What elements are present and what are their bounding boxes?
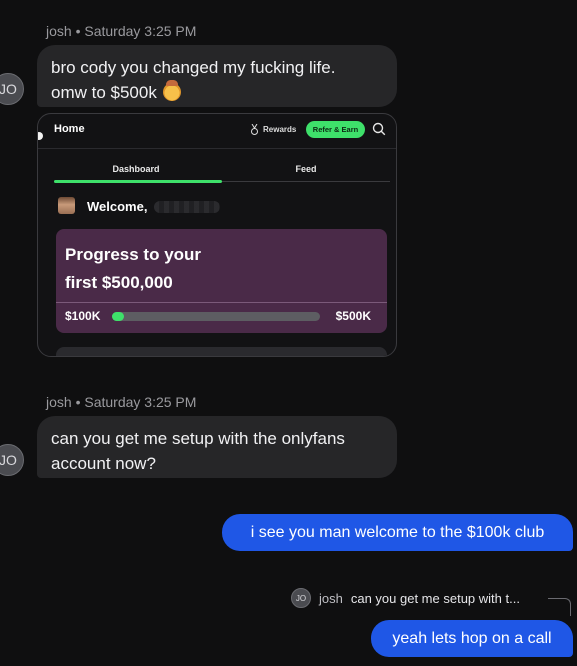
screenshot-rewards-label: Rewards — [263, 125, 297, 134]
tab-divider — [222, 181, 390, 182]
progress-card: Progress to your first $500,000 $100K $5… — [56, 229, 387, 333]
progress-card-title: Progress to your first $500,000 — [65, 245, 202, 292]
reply-connector — [548, 598, 571, 616]
progress-bar-fill — [112, 312, 125, 321]
message-line: can you get me setup with the onlyfans — [51, 429, 345, 448]
header-divider — [38, 148, 396, 149]
incoming-message[interactable]: can you get me setup with the onlyfans a… — [37, 416, 397, 478]
outgoing-message[interactable]: i see you man welcome to the $100k club — [222, 514, 573, 551]
reply-sender-name: josh — [319, 590, 343, 606]
message-time: Saturday 3:25 PM — [84, 23, 197, 39]
sender-name: josh — [46, 394, 72, 410]
screenshot-home-label: Home — [54, 123, 85, 135]
active-tab-indicator — [54, 180, 222, 183]
reply-preview-text: can you get me setup with t... — [350, 590, 520, 606]
cowboy-face-emoji-icon — [162, 80, 181, 101]
progress-bar — [112, 312, 320, 321]
screenshot-header: Home Rewards Refer & Earn — [38, 114, 396, 148]
message-meta: josh • Saturday 3:25 PM — [46, 394, 196, 410]
screenshot-refer-button: Refer & Earn — [306, 121, 365, 138]
message-line-2: account now? — [51, 454, 156, 473]
avatar[interactable]: JO — [0, 73, 24, 105]
screenshot-tab-feed: Feed — [295, 164, 317, 174]
incoming-message[interactable]: bro cody you changed my fucking life. om… — [37, 45, 397, 107]
search-icon — [372, 122, 386, 136]
next-card-peek — [56, 347, 387, 356]
profile-photo — [58, 197, 75, 214]
sender-name: josh — [46, 23, 72, 39]
redacted-name — [154, 201, 220, 213]
outgoing-message[interactable]: yeah lets hop on a call — [371, 620, 573, 657]
message-line-2: omw to $500k — [51, 80, 383, 105]
avatar[interactable]: JO — [0, 444, 24, 476]
medal-icon — [251, 124, 258, 135]
message-meta: josh • Saturday 3:25 PM — [46, 23, 196, 39]
screenshot-welcome-text: Welcome, — [87, 199, 148, 214]
message-line: bro cody you changed my fucking life. — [51, 58, 336, 77]
card-divider — [56, 302, 387, 303]
screenshot-tab-dashboard: Dashboard — [112, 164, 160, 174]
message-time: Saturday 3:25 PM — [84, 394, 197, 410]
reply-reference[interactable]: JO josh can you get me setup with t... — [291, 588, 520, 608]
attached-screenshot[interactable]: Home Rewards Refer & Earn Dashboard Feed… — [37, 113, 397, 357]
reply-avatar: JO — [291, 588, 311, 608]
progress-start-label: $100K — [65, 309, 101, 323]
progress-end-label: $500K — [335, 309, 371, 323]
